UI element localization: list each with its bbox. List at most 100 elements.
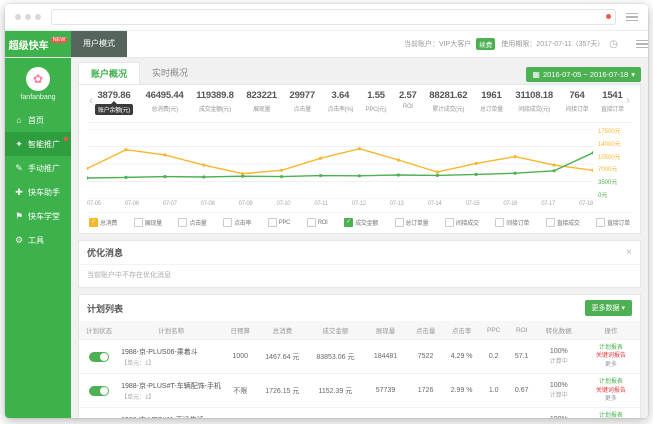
sidebar-item-tools[interactable]: ⚙ 工具: [5, 228, 71, 252]
plan-table-body: 1988-京-PLUS06-乘着斗 【单元：1】 1000 1467.64 元 8385…: [79, 338, 640, 418]
checkbox-icon[interactable]: [495, 218, 505, 227]
header-menu-icon[interactable]: [636, 39, 648, 49]
close-icon[interactable]: ×: [626, 247, 632, 258]
column-header: 展现量: [363, 321, 408, 340]
stat-item[interactable]: 119389.8 成交金额(元): [196, 90, 234, 115]
stat-item[interactable]: 764 间接订单: [566, 90, 589, 115]
checkbox-icon[interactable]: [596, 218, 606, 227]
sidebar: ✿ fanfanbang ⌂ 首页 ✦ 智能推广 ✎ 手动推广 ✚ 快车助手 ⚑ 快车学堂 ⚙ 工具: [5, 58, 71, 418]
plan-name-link[interactable]: 1988-京-PLUS06-乘着斗: [121, 347, 221, 357]
plan-toggle[interactable]: [89, 351, 110, 362]
legend-item[interactable]: 直接成交: [545, 218, 580, 227]
operation-link[interactable]: 计划报表: [584, 378, 638, 386]
axis-tick-label: 07-05: [87, 201, 101, 207]
column-header: ROI: [507, 321, 536, 340]
stat-item[interactable]: 1.55 PPC(元): [366, 90, 387, 115]
window-dot[interactable]: [25, 14, 31, 20]
checkbox-icon[interactable]: [133, 218, 143, 227]
school-icon: ⚑: [14, 210, 24, 221]
sidebar-item-manual[interactable]: ✎ 手动推广: [5, 156, 71, 180]
checkbox-icon[interactable]: [545, 218, 555, 227]
browser-menu-icon[interactable]: [626, 12, 638, 22]
window-controls: [15, 14, 41, 20]
axis-tick-label: 07-07: [162, 201, 177, 207]
sidebar-menu: ⌂ 首页 ✦ 智能推广 ✎ 手动推广 ✚ 快车助手 ⚑ 快车学堂 ⚙ 工具: [5, 108, 71, 252]
stat-value: 3.64: [331, 90, 350, 101]
legend-item[interactable]: 总订单量: [394, 218, 429, 227]
stat-item[interactable]: 1541 直接订单: [601, 90, 624, 115]
cell-clicks: 1726: [407, 373, 444, 408]
new-dot-badge: [64, 137, 68, 141]
checkbox-icon[interactable]: [223, 218, 233, 227]
sidebar-item-smart[interactable]: ✦ 智能推广: [5, 132, 71, 156]
stats-carousel: ‹ 3879.86 账户余额(元) 46495.44 总消费(元) 119389.8 成交…: [87, 90, 632, 115]
axis-tick-label: 07-15: [465, 201, 480, 207]
plan-toggle[interactable]: [89, 385, 110, 396]
tab-realtime-overview[interactable]: 实时概况: [140, 62, 200, 84]
clock-icon[interactable]: ◷: [609, 39, 618, 50]
stat-label: 点击率(%): [327, 107, 354, 113]
calendar-icon: ▦: [532, 70, 540, 79]
stat-item[interactable]: 29977 点击量: [290, 90, 316, 115]
legend-item[interactable]: ROI: [306, 218, 328, 227]
stats-next-arrow[interactable]: ›: [624, 90, 632, 110]
stat-label: 间接订单: [565, 107, 589, 113]
legend-item[interactable]: 间接订单: [495, 218, 529, 227]
legend-item[interactable]: 点击量: [178, 218, 207, 227]
legend-item[interactable]: 间接成交: [444, 218, 479, 227]
checkbox-icon[interactable]: [444, 218, 454, 227]
stat-value: 3879.86: [97, 90, 131, 101]
logo-new-badge: NEW: [50, 37, 68, 43]
stat-item[interactable]: 3.64 点击率(%): [328, 90, 354, 115]
assistant-icon: ✚: [15, 186, 23, 197]
checkbox-icon[interactable]: ✓: [344, 218, 354, 227]
sidebar-item-label: 快车学堂: [28, 211, 60, 221]
sidebar-item-assistant[interactable]: ✚ 快车助手: [5, 180, 71, 204]
operation-link[interactable]: 计划报表: [584, 344, 638, 352]
checkbox-icon[interactable]: [178, 218, 188, 227]
url-bar[interactable]: [51, 9, 616, 25]
operation-link[interactable]: 关键词报告: [584, 387, 638, 395]
plan-name-link[interactable]: 1988-京-PLUS#T-车辆配饰-手机: [121, 381, 221, 391]
chart-x-axis: 07-05 07-06 07-07 07-08 07-09 07-10 07-11 07-12…: [87, 201, 593, 207]
stat-item[interactable]: 88281.62 累计成交(元): [429, 90, 467, 115]
date-range-picker[interactable]: ▦ 2016-07-05 ~ 2016-07-18 ▾: [526, 67, 641, 82]
stat-item[interactable]: 823221 展现量: [246, 90, 277, 115]
sidebar-item-home[interactable]: ⌂ 首页: [5, 108, 71, 132]
legend-item[interactable]: 点击率: [223, 218, 251, 227]
legend-item[interactable]: 展现量: [133, 218, 162, 227]
renew-badge[interactable]: 续费: [476, 38, 496, 50]
stat-item[interactable]: 1961 总订单量: [480, 90, 503, 115]
mode-tab[interactable]: 用户模式: [71, 31, 127, 57]
plan-name-link[interactable]: 1988-京-VPS#11-百适生活: [121, 415, 221, 418]
window-dot[interactable]: [35, 14, 41, 20]
username-label: fanfanbang: [20, 94, 56, 101]
operation-link[interactable]: 更多: [584, 361, 638, 369]
checkbox-icon[interactable]: [306, 218, 316, 227]
chart-canvas: [87, 129, 593, 199]
checkbox-icon[interactable]: [267, 218, 277, 227]
stat-item[interactable]: 46495.44 总消费(元): [146, 90, 184, 115]
cell-ppc: 2.09: [479, 407, 508, 418]
stat-item[interactable]: 31108.18 间接成交(元): [515, 90, 553, 115]
app-logo[interactable]: 超级快车 NEW: [5, 31, 71, 57]
legend-item[interactable]: 直接订单: [596, 218, 630, 227]
caret-down-icon: ▾: [621, 305, 625, 312]
operation-link[interactable]: 关键词报告: [584, 352, 638, 360]
operation-link[interactable]: 更多: [584, 395, 638, 403]
sidebar-item-label: 工具: [28, 235, 44, 245]
checkbox-icon[interactable]: [394, 218, 404, 227]
operation-link[interactable]: 计划报表: [584, 412, 638, 418]
avatar[interactable]: ✿: [26, 67, 50, 91]
legend-item[interactable]: PPC: [267, 218, 290, 227]
window-dot[interactable]: [15, 14, 21, 20]
stats-prev-arrow[interactable]: ‹: [87, 90, 95, 110]
stat-item[interactable]: 3879.86 账户余额(元): [95, 90, 133, 115]
more-data-button[interactable]: 更多数据 ▾: [584, 300, 632, 316]
stat-item[interactable]: 2.57 ROI: [399, 90, 417, 115]
tab-account-overview[interactable]: 账户概况: [78, 62, 141, 84]
legend-item[interactable]: ✓ 总消费: [89, 218, 117, 227]
sidebar-item-school[interactable]: ⚑ 快车学堂: [5, 204, 71, 228]
checkbox-icon[interactable]: ✓: [89, 218, 98, 227]
legend-item[interactable]: ✓ 成交金额: [344, 218, 378, 227]
